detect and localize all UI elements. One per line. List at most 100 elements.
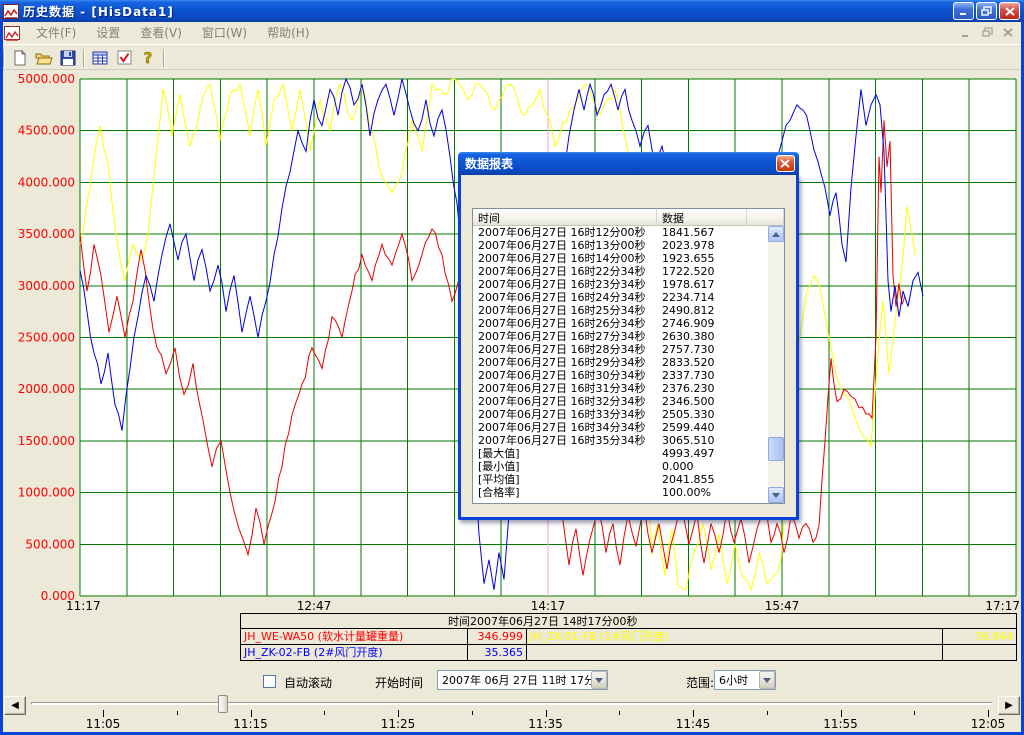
scrollbar-down-button[interactable] [768,487,784,503]
report-row[interactable]: 2007年06月27日 16时29分34秒2833.520 [473,356,768,369]
report-row[interactable]: [合格率]100.00% [473,486,768,499]
open-file-button[interactable] [32,47,56,69]
mdi-close-button[interactable] [1001,26,1016,39]
save-file-button[interactable] [56,47,80,69]
column-header-time[interactable]: 时间 [473,209,657,226]
report-row[interactable]: 2007年06月27日 16时22分34秒1722.520 [473,265,768,278]
report-cell: [最小值] [473,460,657,473]
svg-text:1000.000: 1000.000 [18,486,75,500]
report-table-button[interactable] [88,47,112,69]
report-cell: 2007年06月27日 16时33分34秒 [473,408,657,421]
report-scrollbar[interactable] [768,226,784,503]
timeline-minor-tick [619,711,620,715]
mdi-child-icon[interactable] [4,26,20,40]
tag-name: JH_WE-WA50 (软水计量罐重量) [240,629,468,645]
report-row[interactable]: 2007年06月27日 16时27分34秒2630.380 [473,330,768,343]
start-time-label: 开始时间 [375,674,423,691]
scroll-left-button[interactable]: ◀ [4,696,26,715]
tag-name-2: JH_ZK-01-FB (1#风门开度) [527,629,943,645]
report-row[interactable]: [最小值]0.000 [473,460,768,473]
report-row[interactable]: 2007年06月27日 16时33分34秒2505.330 [473,408,768,421]
report-header-row: 时间 数据 [473,209,784,226]
report-cell: 0.000 [657,460,747,473]
svg-text:4500.000: 4500.000 [18,124,75,138]
menu-settings[interactable]: 设置 [86,22,130,44]
report-row[interactable]: 2007年06月27日 16时12分00秒1841.567 [473,226,768,239]
column-header-data[interactable]: 数据 [657,209,747,226]
scrollbar-thumb[interactable] [768,437,784,461]
scrollbar-up-button[interactable] [768,226,784,242]
timeline-major-tick [841,710,842,717]
report-cell: 2833.520 [657,356,747,369]
report-cell: 2007年06月27日 16时28分34秒 [473,343,657,356]
menu-view[interactable]: 查看(V) [130,22,192,44]
report-cell: 2007年06月27日 16时26分34秒 [473,317,657,330]
report-row[interactable]: 2007年06月27日 16时23分34秒1978.617 [473,278,768,291]
menu-file[interactable]: 文件(F) [26,22,86,44]
autoscroll-checkbox[interactable] [263,675,276,688]
report-row[interactable]: 2007年06月27日 16时26分34秒2746.909 [473,317,768,330]
svg-text:5000.000: 5000.000 [18,72,75,86]
report-row[interactable]: 2007年06月27日 16时28分34秒2757.730 [473,343,768,356]
svg-text:12:47: 12:47 [297,599,332,613]
report-cell: 2041.855 [657,473,747,486]
time-slider-track[interactable] [31,702,993,705]
report-row[interactable]: 2007年06月27日 16时35分34秒3065.510 [473,434,768,447]
minimize-button[interactable] [953,2,974,20]
time-slider-thumb[interactable] [218,695,228,713]
mdi-minimize-button[interactable] [959,26,974,39]
timeline-major-tick [398,710,399,717]
window-title: 历史数据 - [HisData1] [23,3,174,20]
report-cell: [合格率] [473,486,657,499]
start-time-combo[interactable]: 2007年 06月 27日 11时 17分 00秒 [437,670,608,690]
report-dialog-titlebar[interactable]: 数据报表 [458,152,799,175]
report-row[interactable]: [平均值]2041.855 [473,473,768,486]
help-button[interactable]: ? [136,47,160,69]
timeline-minor-tick [472,711,473,715]
column-header-blank [747,209,784,226]
svg-text:2500.000: 2500.000 [18,331,75,345]
new-file-button[interactable] [8,47,32,69]
toolbar-separator-2 [163,49,165,67]
report-cell: 2346.500 [657,395,747,408]
report-row[interactable]: 2007年06月27日 16时31分34秒2376.230 [473,382,768,395]
timeline-major-tick [693,710,694,717]
report-cell: 2007年06月27日 16时14分00秒 [473,252,657,265]
menu-window[interactable]: 窗口(W) [192,22,257,44]
report-row[interactable]: 2007年06月27日 16时34分34秒2599.440 [473,421,768,434]
title-bar: 历史数据 - [HisData1] [0,0,1024,22]
report-row[interactable]: 2007年06月27日 16时13分00秒2023.978 [473,239,768,252]
report-dialog-close-button[interactable] [776,155,795,172]
svg-text:3500.000: 3500.000 [18,227,75,241]
scroll-right-button[interactable]: ▶ [998,696,1020,715]
report-row[interactable]: 2007年06月27日 16时32分34秒2346.500 [473,395,768,408]
timeline-major-tick [103,710,104,717]
svg-text:14:17: 14:17 [531,599,566,613]
report-cell: 2007年06月27日 16时32分34秒 [473,395,657,408]
report-row[interactable]: 2007年06月27日 16时14分00秒1923.655 [473,252,768,265]
restore-button[interactable] [976,2,997,20]
timeline-minor-tick [767,711,768,715]
tag-row[interactable]: JH_WE-WA50 (软水计量罐重量)346.999JH_ZK-01-FB (… [240,629,1017,645]
report-row[interactable]: 2007年06月27日 16时24分34秒2234.714 [473,291,768,304]
report-cell: 1978.617 [657,278,747,291]
svg-text:?: ? [144,50,153,66]
report-row[interactable]: [最大值]4993.497 [473,447,768,460]
mdi-restore-button[interactable] [980,26,995,39]
tag-value: 35.365 [468,645,527,661]
svg-text:500.000: 500.000 [25,537,75,551]
close-button[interactable] [999,2,1020,20]
report-row[interactable]: 2007年06月27日 16时25分34秒2490.812 [473,304,768,317]
tag-row[interactable]: JH_ZK-02-FB (2#风门开度)35.365 [240,645,1017,661]
menu-help[interactable]: 帮助(H) [257,22,319,44]
report-row[interactable]: 2007年06月27日 16时30分34秒2337.730 [473,369,768,382]
report-cell: [最大值] [473,447,657,460]
timeline-label: 11:45 [676,717,711,731]
report-cell: [平均值] [473,473,657,486]
report-dialog: 数据报表 时间 数据 2007年06月27日 16时12分00秒1841.567… [458,175,799,520]
range-dropdown-icon[interactable] [759,671,775,689]
start-time-dropdown-icon[interactable] [591,671,607,689]
report-cell: 2505.330 [657,408,747,421]
option-check-button[interactable] [112,47,136,69]
range-combo[interactable]: 6小时 [714,670,776,690]
